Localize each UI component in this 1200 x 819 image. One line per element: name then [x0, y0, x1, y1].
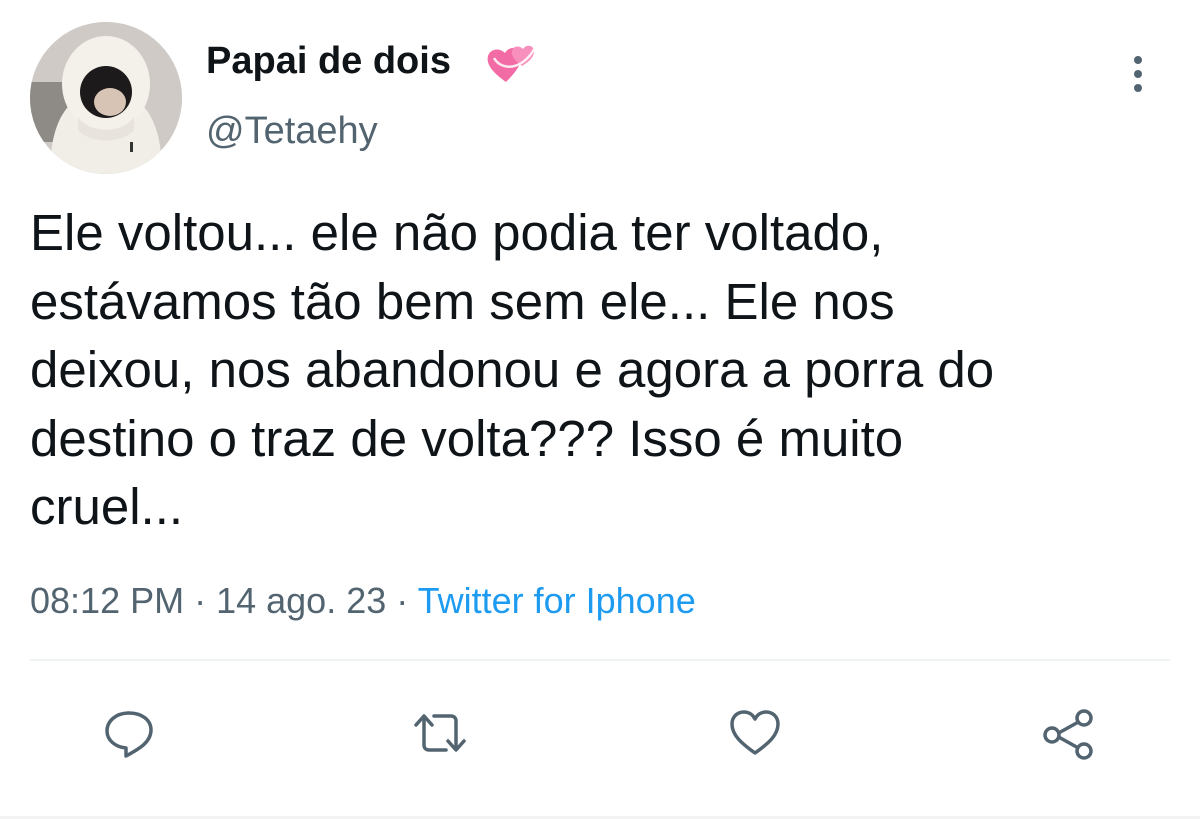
tweet-text-line: deixou, nos abandonou e agora a porra do [30, 341, 995, 398]
tweet-text-line: estávamos tão bem sem ele... Ele nos [30, 272, 895, 330]
tweet-source-link[interactable]: Twitter for Iphone [418, 580, 696, 621]
tweet-text-line: cruel... [30, 478, 184, 535]
meta-separator: · [184, 580, 217, 621]
tweet-meta: 08:12 PM · 14 ago. 23 · Twitter for Ipho… [30, 576, 696, 626]
user-handle[interactable]: @Tetaehy [206, 108, 378, 154]
tweet-date[interactable]: 14 ago. 23 [216, 580, 386, 621]
reply-button[interactable] [101, 705, 157, 761]
heart-icon [730, 710, 780, 755]
more-options-icon[interactable] [1118, 52, 1158, 96]
speech-bubble-icon [105, 711, 153, 758]
tweet-text: Ele voltou... ele não podia ter voltado,… [30, 199, 1150, 542]
like-button[interactable] [727, 705, 783, 761]
retweet-button[interactable] [412, 705, 468, 761]
display-name[interactable]: Papai de dois [206, 38, 451, 84]
tweet-text-line: destino o traz de volta??? Isso é muito [30, 409, 904, 467]
retweet-arrows-icon [414, 714, 466, 752]
share-button[interactable] [1040, 705, 1096, 761]
tweet-time[interactable]: 08:12 PM [30, 580, 184, 621]
meta-separator: · [386, 580, 418, 621]
share-nodes-icon [1043, 709, 1093, 760]
avatar[interactable] [30, 22, 182, 174]
profile-photo [30, 22, 182, 174]
two-hearts-icon [484, 38, 540, 86]
tweet-text-line: Ele voltou... ele não podia ter voltado, [30, 204, 884, 261]
divider [30, 659, 1170, 661]
